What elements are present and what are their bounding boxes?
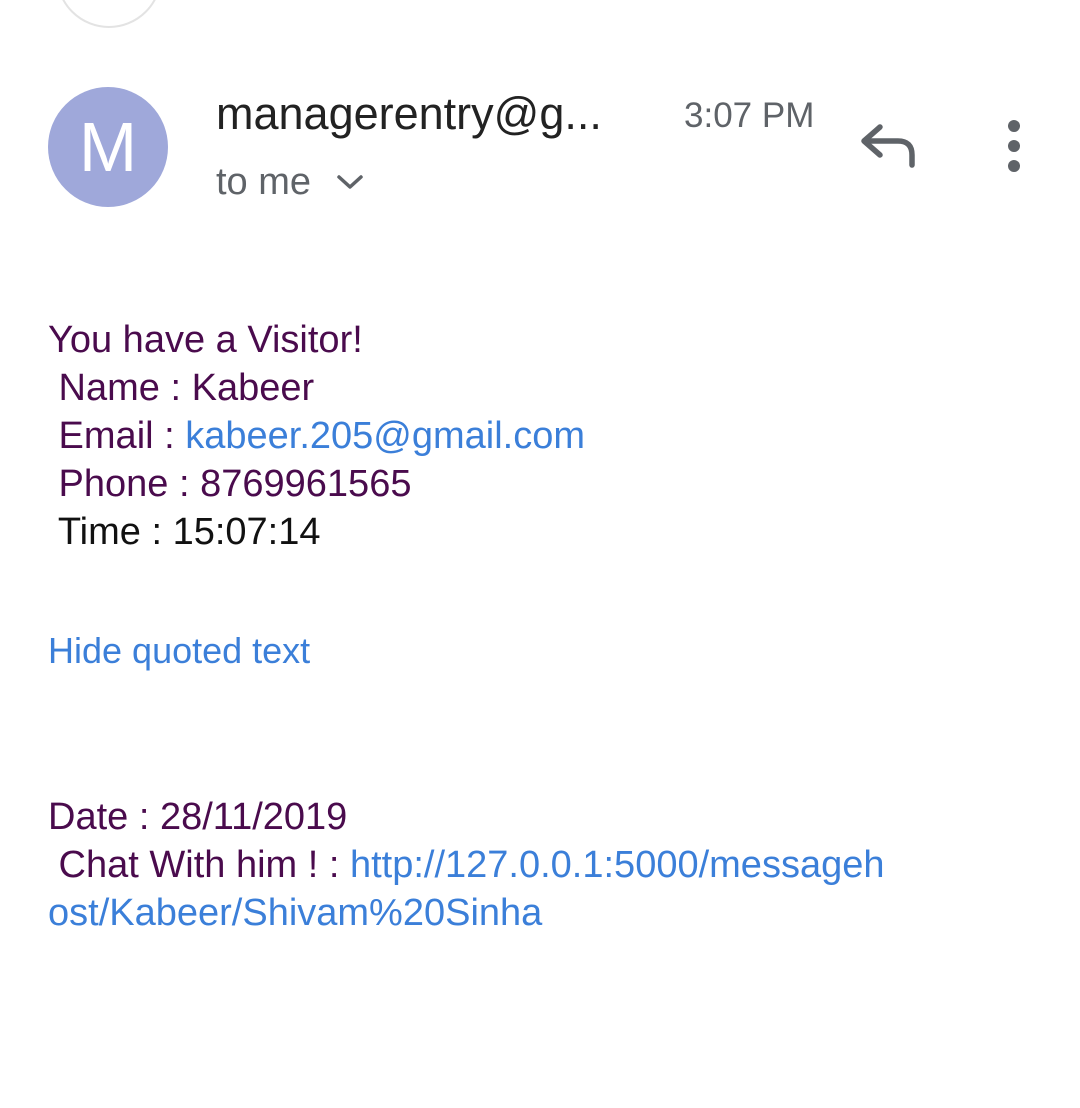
visitor-email-line: Email : kabeer.205@gmail.com [48,412,585,460]
date-value: 28/11/2019 [159,796,348,838]
visitor-time-line: Time : 15:07:14 [48,508,321,556]
more-vert-icon [1006,119,1022,177]
avatar-letter: M [78,108,138,186]
time-label: Time : [48,511,173,553]
phone-label: Phone : [48,463,201,505]
hide-quoted-text-link[interactable]: Hide quoted text [48,627,310,675]
reply-icon [858,121,918,176]
visitor-name-line: Name : Kabeer [48,364,315,412]
chat-label: Chat With him ! : [48,844,350,886]
phone-value: 8769961565 [200,463,412,505]
email-link[interactable]: kabeer.205@gmail.com [185,415,585,457]
more-options-button[interactable] [990,116,1038,180]
visitor-phone-line: Phone : 8769961565 [48,460,412,508]
name-label: Name : [48,367,192,409]
date-label: Date : [48,796,160,838]
recipient-details-toggle[interactable]: to me [216,158,365,206]
recipient-label: to me [216,160,312,203]
visit-date-line: Date : 28/11/2019 [48,793,347,841]
email-label: Email : [48,415,186,457]
name-value: Kabeer [191,367,315,409]
visitor-greeting: You have a Visitor! [48,319,363,361]
previous-message-avatar [56,0,162,28]
chat-url-link[interactable]: http://127.0.0.1:5000/messageh [350,844,885,886]
message-time: 3:07 PM [684,96,815,135]
reply-button[interactable] [852,116,924,180]
chevron-down-icon [335,172,365,192]
sender-address[interactable]: managerentry@g... [216,88,602,140]
chat-url-link-continued[interactable]: ost/Kabeer/Shivam%20Sinha [48,889,542,937]
chat-link-line: Chat With him ! : http://127.0.0.1:5000/… [48,841,885,889]
time-value: 15:07:14 [172,511,321,553]
sender-avatar[interactable]: M [48,87,168,207]
